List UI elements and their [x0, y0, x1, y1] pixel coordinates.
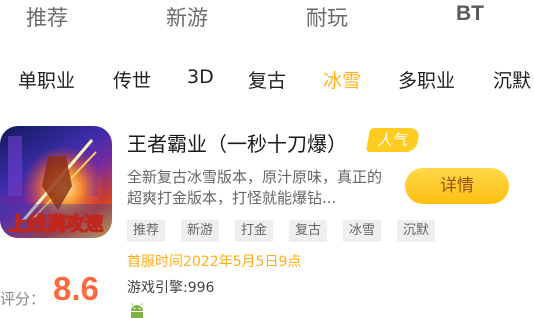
game-list-page: 推荐 新游 耐玩 BT 单职业 传世 3D 复古 冰雪 多职业 沉默 上线满攻速… [0, 0, 534, 318]
tab-recommend[interactable]: 推荐 [26, 2, 68, 32]
score-label: 评分： [0, 290, 46, 308]
game-title[interactable]: 王者霸业（一秒十刀爆） [127, 128, 347, 157]
category-3d[interactable]: 3D [187, 66, 214, 88]
game-list-item[interactable]: 上线满攻速 王者霸业（一秒十刀爆） 人气 全新复古冰雪版本，原汁原味，真正的超爽… [0, 118, 534, 318]
category-legend[interactable]: 传世 [113, 66, 151, 93]
tab-bt[interactable]: BT [456, 2, 484, 26]
category-retro[interactable]: 复古 [248, 66, 286, 93]
category-ice-snow[interactable]: 冰雪 [323, 66, 361, 93]
category-silent[interactable]: 沉默 [493, 66, 531, 93]
android-icon [127, 303, 147, 318]
game-icon-text: 上线满攻速 [8, 212, 103, 235]
game-description: 全新复古冰雪版本，原汁原味，真正的超爽打金版本，打怪就能爆钻... [127, 168, 383, 207]
tab-new-games[interactable]: 新游 [166, 2, 208, 32]
detail-button[interactable]: 详情 [405, 168, 509, 204]
category-multi-class[interactable]: 多职业 [398, 66, 455, 93]
tag-gold-farming: 打金 [235, 220, 274, 242]
tag-new: 新游 [181, 220, 220, 242]
tag-silent: 沉默 [397, 220, 436, 242]
tab-durable[interactable]: 耐玩 [306, 2, 348, 32]
category-single-class[interactable]: 单职业 [18, 66, 75, 93]
game-icon[interactable]: 上线满攻速 [0, 126, 112, 238]
top-tab-bar: 推荐 新游 耐玩 BT [0, 0, 534, 36]
tag-retro: 复古 [289, 220, 328, 242]
category-tab-bar: 单职业 传世 3D 复古 冰雪 多职业 沉默 [0, 60, 534, 100]
game-engine: 游戏引擎:996 [127, 280, 215, 296]
score-value: 8.6 [53, 270, 99, 307]
tag-recommend: 推荐 [127, 220, 166, 242]
popular-badge: 人气 [365, 128, 421, 152]
tag-ice-snow: 冰雪 [343, 220, 382, 242]
first-server-time: 首服时间2022年5月5日9点 [127, 254, 302, 270]
